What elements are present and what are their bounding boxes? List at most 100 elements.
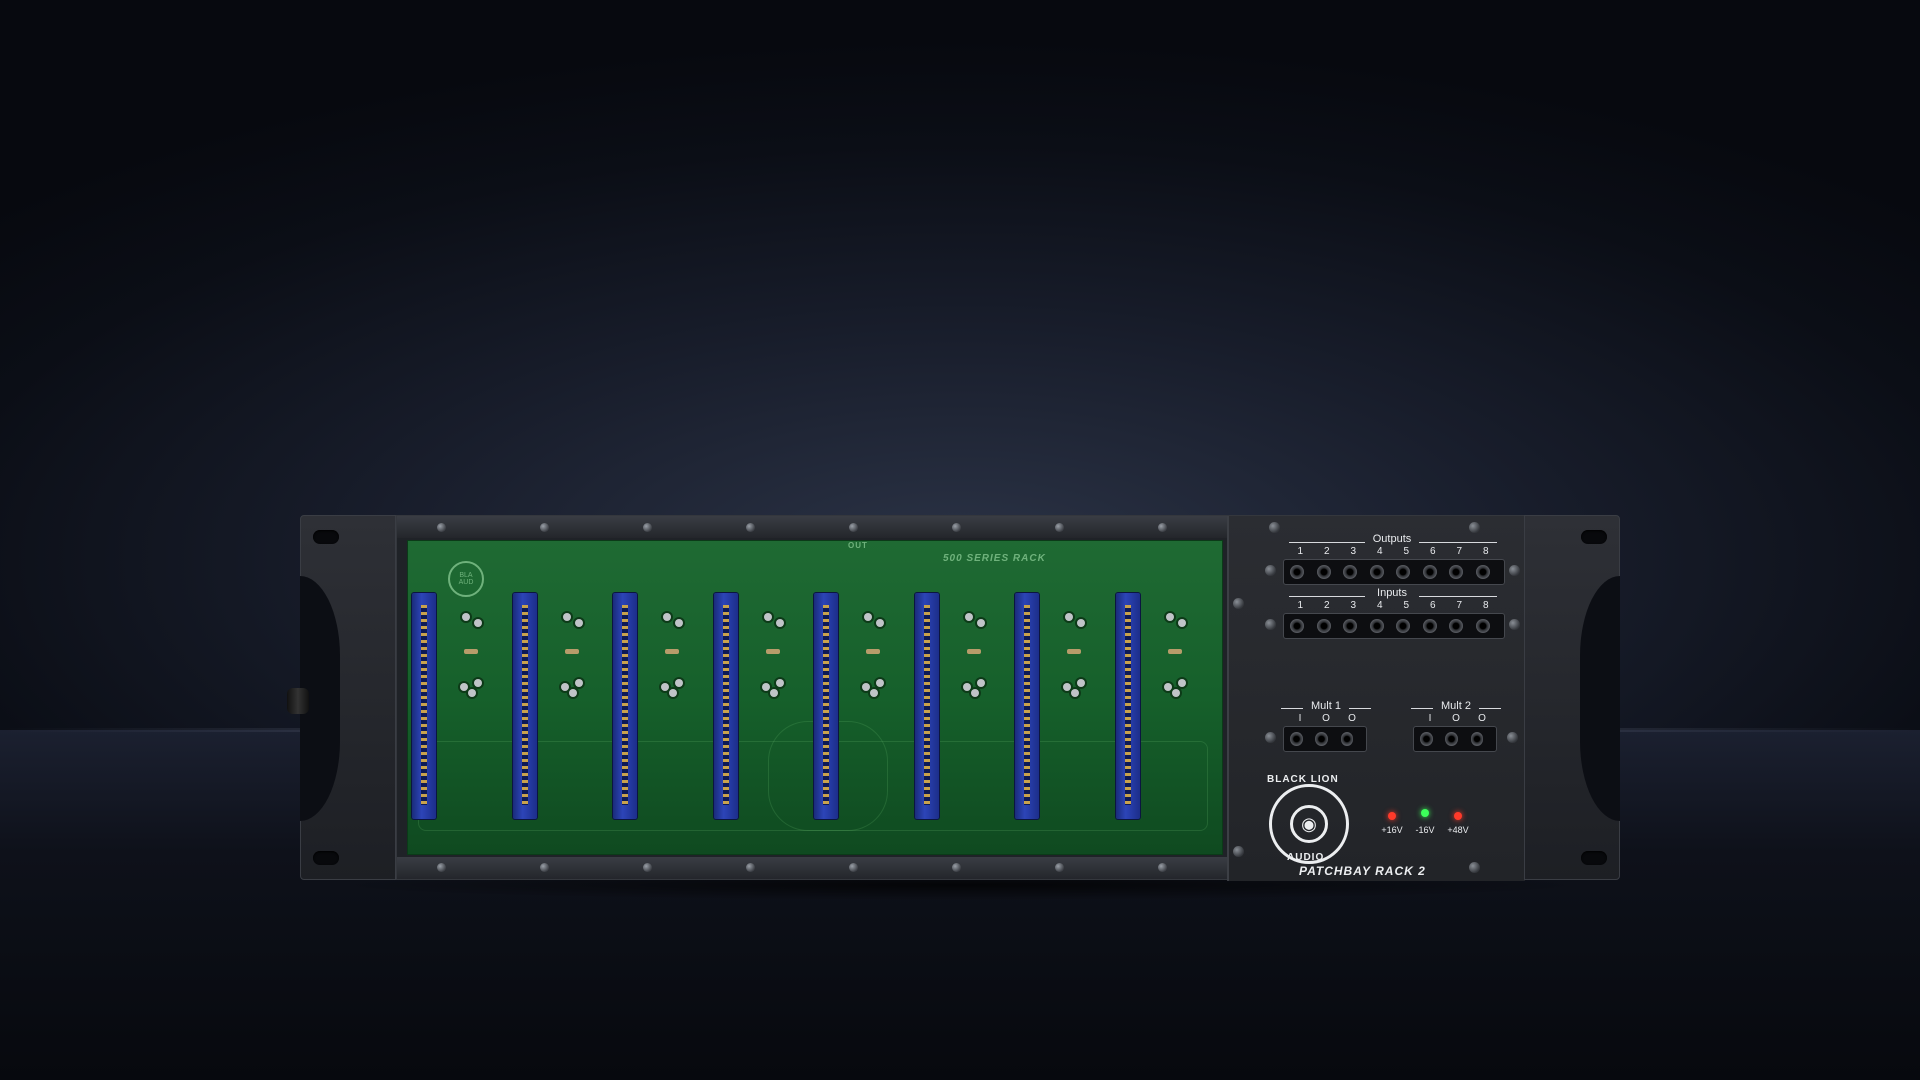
brand-bottom-text: AUDIO	[1287, 852, 1325, 863]
pcb-component	[962, 683, 971, 691]
pcb-component	[562, 613, 571, 621]
pcb-component	[474, 679, 482, 687]
screw-icon	[1265, 732, 1276, 743]
screw-icon	[1507, 732, 1518, 743]
pcb-component	[1065, 613, 1073, 621]
input-jack[interactable]	[1396, 619, 1410, 633]
mult-jack[interactable]	[1315, 732, 1329, 746]
output-jack[interactable]	[1422, 565, 1437, 579]
output-jack[interactable]	[1449, 565, 1463, 579]
module-edge-connector[interactable]	[412, 593, 436, 819]
input-jack[interactable]	[1316, 619, 1331, 633]
pcb-component	[568, 689, 577, 697]
output-jack[interactable]	[1343, 565, 1357, 579]
mult1-label: Mult 1	[1311, 700, 1341, 712]
screw-icon	[1469, 522, 1480, 533]
output-jack[interactable]	[1475, 565, 1490, 579]
rail-screw-icon	[746, 863, 755, 872]
left-rack-ear	[287, 515, 396, 880]
pcb-component	[763, 613, 772, 621]
pcb-component	[675, 679, 683, 687]
pcb-component	[1077, 619, 1085, 627]
pcb-resistor	[1067, 649, 1081, 654]
module-edge-connector[interactable]	[512, 593, 537, 819]
input-jack[interactable]	[1343, 619, 1357, 633]
divider	[1349, 708, 1371, 709]
output-jack[interactable]	[1290, 565, 1304, 579]
input-jack[interactable]	[1369, 619, 1384, 633]
divider	[1289, 542, 1365, 543]
rear-handle	[287, 688, 309, 714]
rail-screw-icon	[952, 523, 961, 532]
pcb-component	[661, 683, 669, 691]
mult1-jackbar	[1283, 726, 1367, 752]
rail-screw-icon	[540, 863, 549, 872]
pcb-logo: BLA AUD	[448, 561, 484, 597]
rail-screw-icon	[1055, 863, 1064, 872]
module-edge-connector[interactable]	[613, 593, 637, 819]
rail-screw-icon	[643, 523, 652, 532]
model-name: PATCHBAY RACK 2	[1299, 864, 1426, 878]
rail-screw-icon	[849, 523, 858, 532]
module-edge-connector[interactable]	[1015, 593, 1039, 819]
pcb-out-text: OUT	[848, 541, 868, 550]
rail-screw-icon	[1158, 523, 1167, 532]
pcb-component	[876, 619, 884, 627]
mount-hole	[1581, 851, 1607, 865]
input-jack[interactable]	[1422, 619, 1437, 633]
output-jack[interactable]	[1316, 565, 1331, 579]
divider	[1411, 708, 1433, 709]
output-jack[interactable]	[1369, 565, 1384, 579]
pcb-resistor	[1167, 649, 1182, 654]
pcb-component	[1163, 683, 1172, 691]
rail-screw-icon	[643, 863, 652, 872]
mult-jack[interactable]	[1340, 732, 1354, 746]
pcb-component	[1171, 689, 1180, 697]
mult1-io: IOO	[1298, 713, 1356, 724]
screw-icon	[1233, 846, 1244, 857]
pcb-resistor	[765, 649, 780, 654]
pcb-component	[574, 619, 583, 627]
top-rail	[397, 516, 1227, 538]
screw-icon	[1233, 598, 1244, 609]
input-jack[interactable]	[1475, 619, 1490, 633]
mult-jack[interactable]	[1290, 732, 1303, 746]
pcb-component	[474, 619, 482, 627]
pcb-component	[876, 679, 884, 687]
led-16v-pos	[1388, 812, 1396, 820]
input-numbers: 12345678	[1297, 600, 1489, 611]
bottom-rail	[397, 857, 1227, 879]
divider	[1419, 542, 1497, 543]
pcb-component	[675, 619, 683, 627]
screw-icon	[1265, 619, 1276, 630]
rack-unit: BLA AUD 500 SERIES RACK OUT Outputs 12345…	[287, 515, 1620, 881]
rail-screw-icon	[540, 523, 549, 532]
module-edge-connector[interactable]	[914, 593, 939, 819]
pcb-component	[468, 689, 476, 697]
pcb-component	[1165, 613, 1174, 621]
outputs-label: Outputs	[1372, 533, 1412, 545]
inputs-jackbar	[1283, 613, 1505, 639]
pcb-resistor	[866, 649, 880, 654]
screw-icon	[1509, 565, 1520, 576]
pcb-resistor	[464, 649, 478, 654]
screw-icon	[1269, 522, 1280, 533]
input-jack[interactable]	[1290, 619, 1304, 633]
mult-jack[interactable]	[1420, 732, 1433, 746]
input-jack[interactable]	[1449, 619, 1463, 633]
pcb-component	[862, 683, 870, 691]
module-edge-connector[interactable]	[814, 593, 838, 819]
mult-jack[interactable]	[1445, 732, 1459, 746]
pcb-component	[1177, 619, 1186, 627]
pcb-component	[976, 679, 985, 687]
module-edge-connector[interactable]	[1115, 593, 1140, 819]
module-edge-connector[interactable]	[713, 593, 738, 819]
ear-cutout	[1580, 576, 1620, 821]
output-jack[interactable]	[1396, 565, 1410, 579]
led-16v-neg	[1421, 809, 1429, 817]
mult-jack[interactable]	[1470, 732, 1484, 746]
output-numbers: 12345678	[1297, 546, 1489, 557]
backplane-pcb: BLA AUD 500 SERIES RACK OUT	[407, 540, 1223, 855]
pcb-component	[769, 689, 778, 697]
mult2-label: Mult 2	[1441, 700, 1471, 712]
